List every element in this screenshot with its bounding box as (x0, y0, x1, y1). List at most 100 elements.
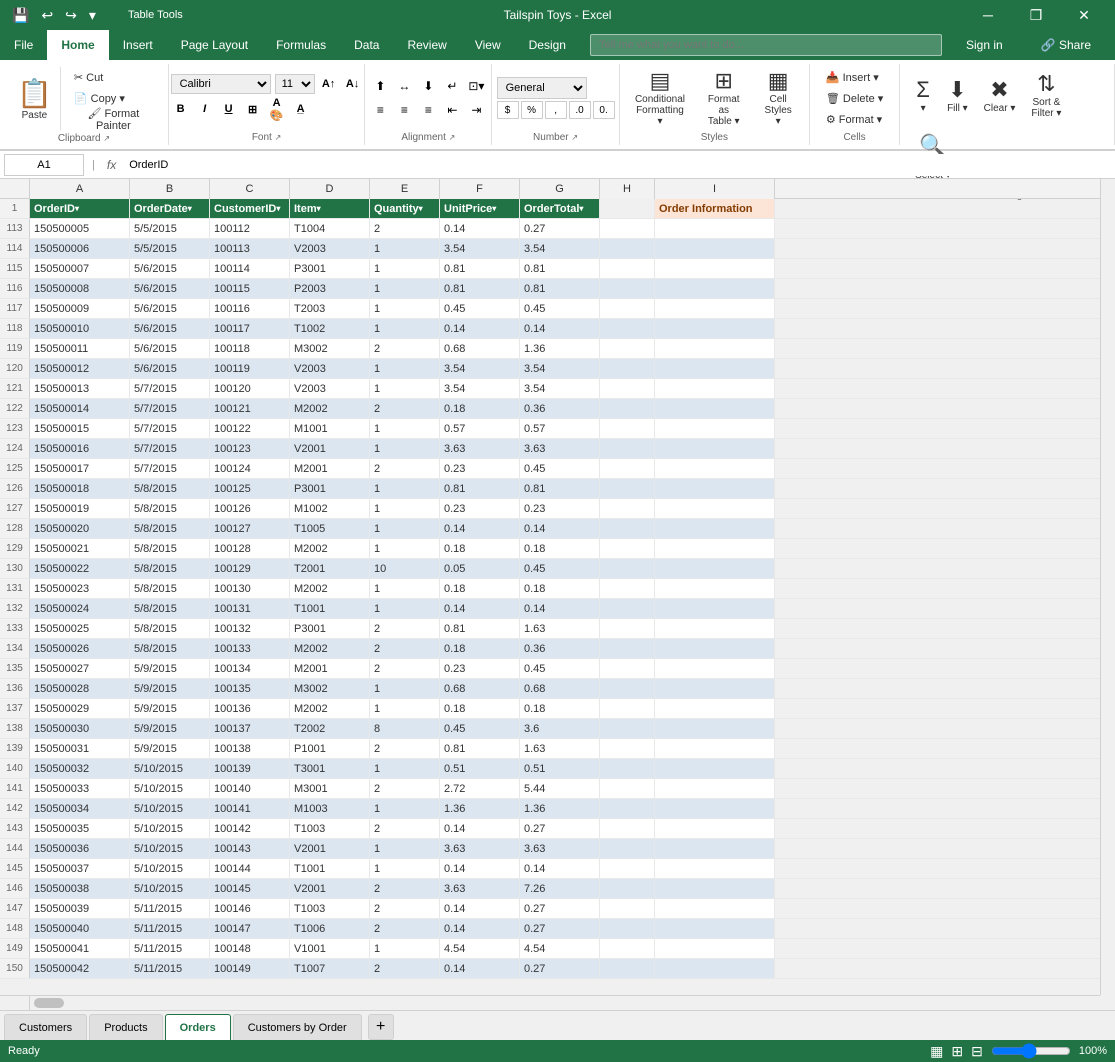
cell[interactable]: 100131 (210, 599, 290, 618)
cell[interactable] (600, 599, 655, 618)
cell[interactable] (655, 219, 775, 238)
cell[interactable]: 1.63 (520, 619, 600, 638)
cell[interactable] (655, 319, 775, 338)
cell[interactable]: 1 (370, 379, 440, 398)
cell[interactable]: 5/9/2015 (130, 699, 210, 718)
cell[interactable]: 150500035 (30, 819, 130, 838)
cell[interactable]: Order Information (655, 199, 775, 218)
cell[interactable]: 3.63 (440, 439, 520, 458)
cell[interactable]: 5/7/2015 (130, 419, 210, 438)
restore-button[interactable]: ❐ (1013, 0, 1059, 30)
cell[interactable] (600, 639, 655, 658)
cell[interactable]: 100115 (210, 279, 290, 298)
cell[interactable]: 0.81 (440, 259, 520, 278)
cell[interactable]: 5/7/2015 (130, 399, 210, 418)
cell[interactable] (600, 299, 655, 318)
cell[interactable]: 5/8/2015 (130, 499, 210, 518)
cell[interactable]: M3002 (290, 339, 370, 358)
italic-button[interactable]: I (195, 99, 215, 119)
cell[interactable]: 2 (370, 879, 440, 898)
cell[interactable]: 1 (370, 499, 440, 518)
tab-design[interactable]: Design (515, 30, 580, 60)
cell[interactable]: 3.63 (520, 439, 600, 458)
cell[interactable]: 4.54 (440, 939, 520, 958)
cell[interactable] (655, 659, 775, 678)
cell[interactable]: 4.54 (520, 939, 600, 958)
share-button[interactable]: 🔗 Share (1027, 30, 1105, 60)
cell[interactable]: 0.18 (440, 699, 520, 718)
cell[interactable] (655, 799, 775, 818)
cell[interactable]: 1 (370, 259, 440, 278)
cell[interactable] (655, 499, 775, 518)
cell[interactable]: V2001 (290, 839, 370, 858)
delete-button[interactable]: 🗑 Delete ▾ (819, 88, 890, 108)
cell[interactable] (600, 239, 655, 258)
tab-file[interactable]: File (0, 30, 47, 60)
currency-button[interactable]: $ (497, 101, 519, 119)
cell[interactable]: 5/7/2015 (130, 379, 210, 398)
cell[interactable] (600, 959, 655, 978)
cell[interactable] (655, 539, 775, 558)
cell[interactable]: 100116 (210, 299, 290, 318)
cell[interactable]: 3.63 (440, 839, 520, 858)
cell[interactable]: 2 (370, 399, 440, 418)
cell[interactable]: 100149 (210, 959, 290, 978)
wrap-text-button[interactable]: ↵ (441, 75, 463, 97)
align-bottom-button[interactable]: ⬇ (417, 75, 439, 97)
cell[interactable]: 100146 (210, 899, 290, 918)
sort-filter-button[interactable]: ⇅ Sort &Filter ▾ (1024, 66, 1068, 126)
cell[interactable] (600, 499, 655, 518)
underline-button[interactable]: U (219, 99, 239, 119)
cell[interactable]: 0.18 (440, 639, 520, 658)
cell[interactable] (600, 899, 655, 918)
font-family-select[interactable]: Calibri (171, 74, 271, 94)
cell[interactable]: 0.81 (440, 619, 520, 638)
align-center-button[interactable]: ≡ (393, 99, 415, 121)
cell[interactable]: M2001 (290, 459, 370, 478)
cell[interactable]: 5/10/2015 (130, 859, 210, 878)
cell[interactable] (655, 439, 775, 458)
cell[interactable]: M2002 (290, 579, 370, 598)
cell[interactable] (600, 659, 655, 678)
cell[interactable]: M2002 (290, 399, 370, 418)
cell[interactable] (600, 819, 655, 838)
cell[interactable]: 0.18 (440, 399, 520, 418)
col-header-b[interactable]: B (130, 179, 210, 199)
increase-indent-button[interactable]: ⇥ (465, 99, 487, 121)
cell[interactable]: 1 (370, 439, 440, 458)
cell[interactable]: 0.81 (520, 279, 600, 298)
cell[interactable]: 150500041 (30, 939, 130, 958)
cell[interactable]: 2 (370, 779, 440, 798)
horizontal-scrollbar[interactable] (30, 995, 1100, 1010)
cell[interactable]: P3001 (290, 479, 370, 498)
cell[interactable]: 1.63 (520, 739, 600, 758)
cell[interactable]: 150500005 (30, 219, 130, 238)
cell[interactable]: 0.18 (520, 579, 600, 598)
cell[interactable]: 0.45 (520, 299, 600, 318)
cell[interactable]: 2 (370, 639, 440, 658)
cell[interactable]: 5/5/2015 (130, 219, 210, 238)
cell[interactable]: 100144 (210, 859, 290, 878)
cell[interactable] (655, 239, 775, 258)
cell[interactable]: V2001 (290, 879, 370, 898)
cell[interactable]: 150500016 (30, 439, 130, 458)
cell[interactable]: 100139 (210, 759, 290, 778)
cell[interactable]: 5/6/2015 (130, 359, 210, 378)
minimize-button[interactable]: ─ (965, 0, 1011, 30)
cell[interactable]: 100138 (210, 739, 290, 758)
cell[interactable]: 1.36 (440, 799, 520, 818)
cell[interactable]: 1 (370, 939, 440, 958)
formula-input[interactable] (124, 154, 1111, 176)
cell[interactable] (655, 859, 775, 878)
cell[interactable]: 1 (370, 299, 440, 318)
cell[interactable]: 2 (370, 739, 440, 758)
cell[interactable]: 1 (370, 239, 440, 258)
cell[interactable]: 100117 (210, 319, 290, 338)
cell[interactable]: 3.63 (520, 839, 600, 858)
tab-view[interactable]: View (461, 30, 515, 60)
cell[interactable]: 0.57 (440, 419, 520, 438)
cell[interactable]: 0.27 (520, 959, 600, 978)
align-right-button[interactable]: ≡ (417, 99, 439, 121)
cell[interactable]: 5/9/2015 (130, 719, 210, 738)
cell[interactable]: 150500020 (30, 519, 130, 538)
